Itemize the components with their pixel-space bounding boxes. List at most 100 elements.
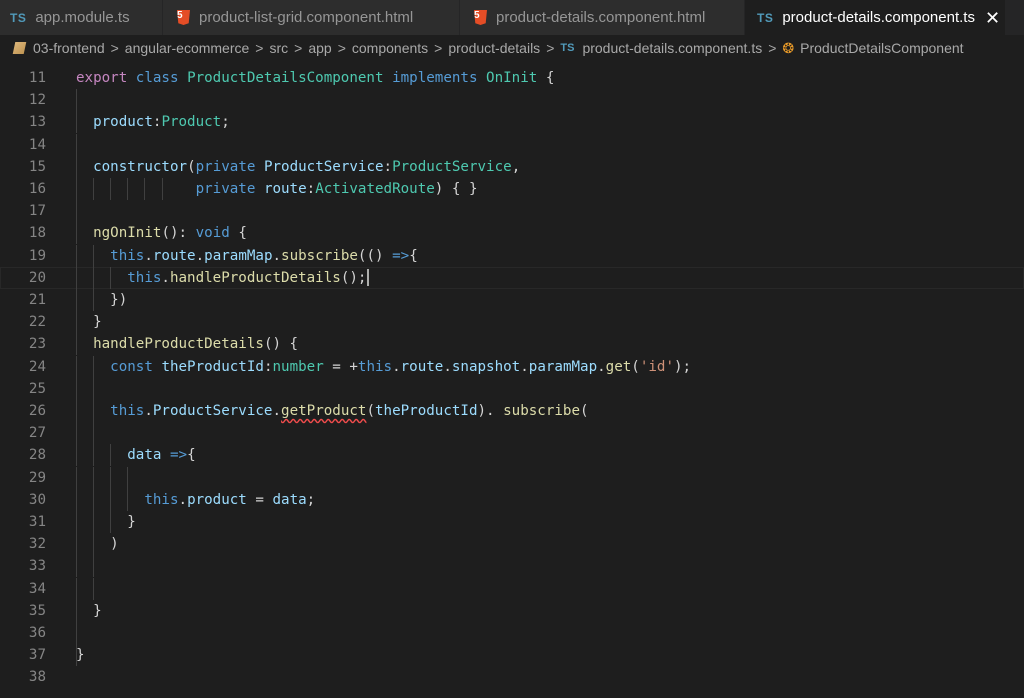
code-text: this.route.paramMap.subscribe(() =>{: [110, 247, 418, 264]
code-line[interactable]: 37}: [0, 644, 1024, 667]
code-line[interactable]: 18 ngOnInit(): void {: [0, 222, 1024, 245]
code-line[interactable]: 12: [0, 89, 1024, 112]
indent-guide: [93, 555, 95, 578]
breadcrumb-item[interactable]: angular-ecommerce: [125, 40, 250, 56]
code-line[interactable]: 38: [0, 666, 1024, 688]
indent-guide: [93, 377, 95, 400]
indent-guide: [76, 577, 77, 600]
code-line[interactable]: 33: [0, 555, 1024, 578]
tab-label: product-details.component.ts: [782, 9, 975, 26]
code-line[interactable]: 32 ): [0, 533, 1024, 556]
breadcrumb-file[interactable]: product-details.component.ts: [582, 40, 762, 56]
line-number: 23: [28, 336, 46, 353]
indent-guide: [76, 555, 77, 578]
code-text: }: [76, 602, 102, 619]
breadcrumb-symbol[interactable]: ProductDetailsComponent: [800, 40, 963, 56]
line-number: 17: [28, 203, 46, 220]
code-line[interactable]: 28 data =>{: [0, 444, 1024, 467]
code-editor[interactable]: 11 export class ProductDetailsComponent i…: [0, 61, 1024, 698]
breadcrumb-item[interactable]: src: [269, 40, 288, 56]
line-number: 27: [28, 425, 46, 442]
line-number: 33: [28, 558, 46, 575]
code-text: }: [76, 514, 136, 530]
indent-guide: [76, 622, 77, 644]
indent-guide: [76, 377, 77, 400]
breadcrumb-item[interactable]: 03-frontend: [33, 40, 105, 56]
code-line[interactable]: 23 handleProductDetails() {: [0, 333, 1024, 356]
html-file-icon: 5: [474, 10, 487, 25]
code-text: ): [76, 536, 119, 553]
tab-app-module[interactable]: TS app.module.ts: [0, 0, 163, 35]
close-tab-icon[interactable]: ✕: [985, 9, 1000, 27]
code-line[interactable]: 26 this.ProductService.getProduct(thePro…: [0, 400, 1024, 422]
line-number: 12: [28, 92, 46, 109]
code-text: this.handleProductDetails();: [76, 267, 370, 289]
tab-product-list-grid-html[interactable]: 5 product-list-grid.component.html: [163, 0, 460, 35]
breadcrumb-item[interactable]: components: [352, 40, 428, 56]
line-number: 36: [28, 625, 46, 641]
code-line[interactable]: 27: [0, 422, 1024, 445]
chevron-right-icon: >: [768, 40, 777, 56]
line-number: 35: [28, 602, 46, 619]
code-line[interactable]: 34: [0, 577, 1024, 600]
code-line[interactable]: 25: [0, 377, 1024, 400]
code-text: constructor(private ProductService:Produ…: [93, 158, 521, 175]
breadcrumb: 03-frontend > angular-ecommerce > src > …: [0, 35, 1024, 61]
code-line[interactable]: 22 }: [0, 311, 1024, 334]
editor-tab-bar: TS app.module.ts 5 product-list-grid.com…: [0, 0, 1024, 35]
indent-guide: [127, 466, 129, 489]
code-line[interactable]: 20 this.handleProductDetails();: [0, 266, 1024, 289]
indent-guide: [93, 466, 95, 489]
chevron-right-icon: >: [337, 40, 346, 56]
code-line[interactable]: 16 private route:ActivatedRoute) { }: [0, 178, 1024, 200]
code-text: const theProductId:number = +this.route.…: [110, 358, 692, 375]
code-line[interactable]: 29: [0, 466, 1024, 489]
typescript-file-icon: TS: [757, 10, 774, 25]
code-text: this.ProductService.getProduct(theProduc…: [110, 403, 589, 419]
indent-guide: [76, 466, 77, 489]
breadcrumb-item[interactable]: product-details: [448, 40, 540, 56]
line-number: 20: [28, 269, 46, 286]
indent-guide: [93, 577, 95, 600]
tab-product-details-ts[interactable]: TS product-details.component.ts ✕: [745, 0, 1006, 35]
indent-guide: [76, 200, 77, 223]
code-line[interactable]: 11 export class ProductDetailsComponent i…: [0, 67, 1024, 89]
code-line[interactable]: 21 }): [0, 289, 1024, 311]
code-line[interactable]: 24 const theProductId:number = +this.rou…: [0, 355, 1024, 378]
code-line[interactable]: 30 this.product = data;: [0, 488, 1024, 511]
line-number: 34: [28, 580, 46, 597]
code-text: private route:ActivatedRoute) { }: [195, 181, 478, 197]
code-line[interactable]: 31 }: [0, 511, 1024, 533]
tab-label: product-details.component.html: [496, 9, 706, 26]
line-number: 26: [28, 403, 46, 419]
line-number: 18: [28, 225, 46, 242]
line-number: 11: [28, 70, 46, 86]
code-line[interactable]: 19 this.route.paramMap.subscribe(() =>{: [0, 244, 1024, 267]
indent-guide: [76, 422, 77, 445]
line-number: 31: [28, 514, 46, 530]
code-text: data =>{: [127, 447, 196, 464]
code-text: }): [76, 292, 128, 308]
code-line[interactable]: 35 }: [0, 599, 1024, 622]
code-line[interactable]: 13 product:Product;: [0, 111, 1024, 134]
code-text: export class ProductDetailsComponent imp…: [76, 70, 555, 86]
indent-guide: [76, 133, 77, 156]
code-text: this.product = data;: [144, 491, 316, 508]
text-cursor: [367, 269, 370, 287]
code-line[interactable]: 36: [0, 622, 1024, 644]
indent-guide: [93, 422, 95, 445]
code-line[interactable]: 17: [0, 200, 1024, 223]
tab-product-details-html[interactable]: 5 product-details.component.html: [460, 0, 745, 35]
breadcrumb-item[interactable]: app: [308, 40, 331, 56]
tab-label: app.module.ts: [35, 9, 130, 26]
line-number: 14: [28, 136, 46, 153]
line-number: 29: [28, 469, 46, 486]
tab-label: product-list-grid.component.html: [199, 9, 414, 26]
line-number: 37: [28, 647, 46, 664]
code-line[interactable]: 15 constructor(private ProductService:Pr…: [0, 155, 1024, 178]
code-text: product:Product;: [93, 114, 230, 131]
line-number: 24: [28, 358, 46, 375]
line-number: 25: [28, 380, 46, 397]
chevron-right-icon: >: [434, 40, 443, 56]
code-line[interactable]: 14: [0, 133, 1024, 156]
